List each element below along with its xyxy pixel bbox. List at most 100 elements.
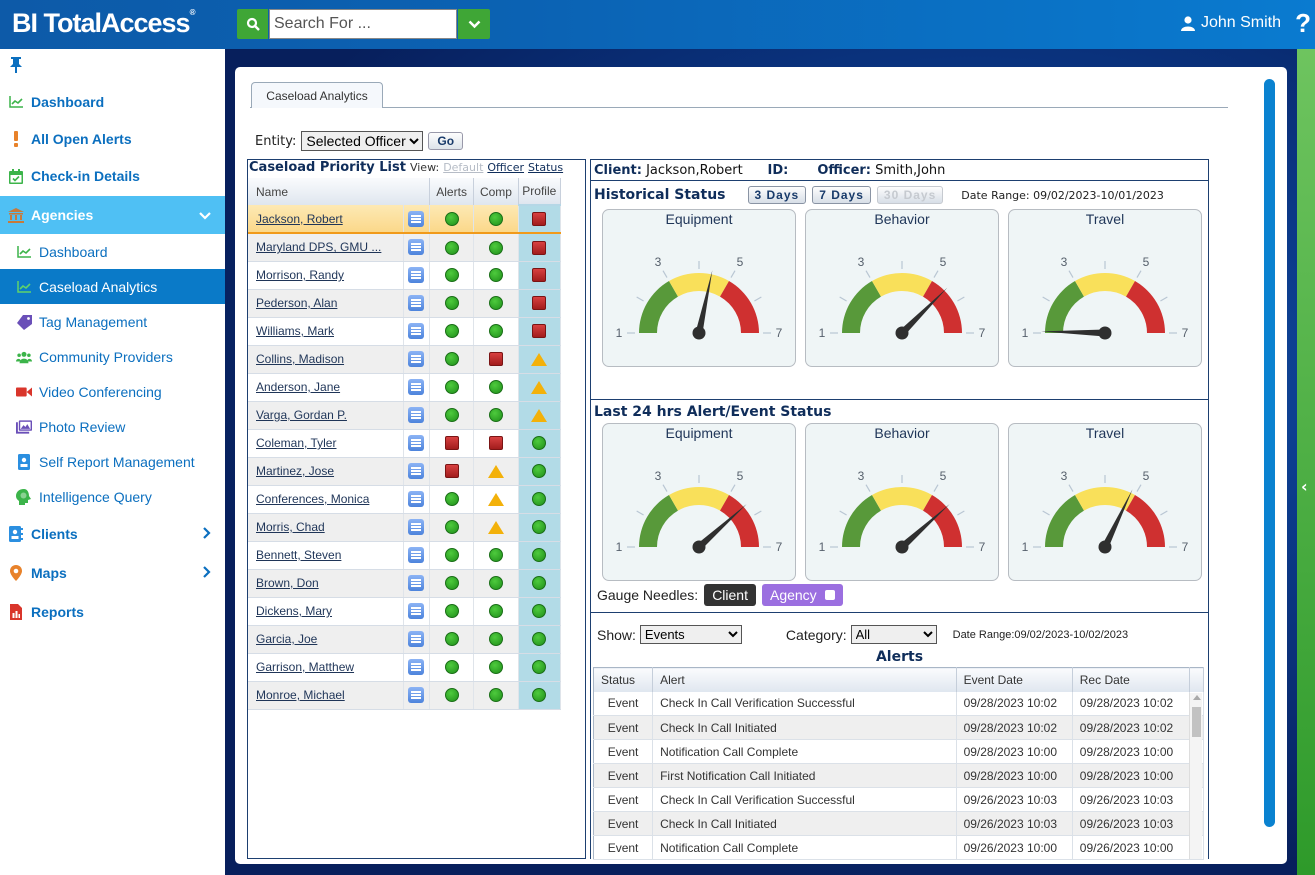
collapse-right-panel-toggle[interactable]: ‹ [1297, 49, 1315, 875]
caseload-row[interactable]: Brown, Don [248, 569, 562, 598]
view-status-link[interactable]: Status [528, 161, 563, 174]
client-name-link[interactable]: Coleman, Tyler [248, 429, 404, 458]
caseload-row[interactable]: Pederson, Alan [248, 289, 562, 318]
show-select[interactable]: Events [639, 625, 742, 644]
details-list-icon[interactable] [408, 463, 425, 479]
client-name-link[interactable]: Pederson, Alan [248, 289, 404, 318]
caseload-row[interactable]: Varga, Gordan P. [248, 401, 562, 430]
column-header-status[interactable]: Status [593, 667, 654, 692]
alert-row[interactable]: Event First Notification Call Initiated … [593, 763, 1205, 788]
sidebar-item-agencies[interactable]: Agencies [0, 196, 225, 234]
search-button[interactable] [237, 9, 268, 39]
client-name-link[interactable]: Varga, Gordan P. [248, 401, 404, 430]
sidebar-item-video-conferencing[interactable]: Video Conferencing [0, 374, 225, 410]
caseload-row[interactable]: Morrison, Randy [248, 261, 562, 290]
client-name-link[interactable]: Monroe, Michael [248, 681, 404, 710]
details-list-icon[interactable] [408, 267, 425, 283]
alert-row[interactable]: Event Check In Call Verification Success… [593, 691, 1205, 716]
view-officer-link[interactable]: Officer [487, 161, 524, 174]
client-name-link[interactable]: Conferences, Monica [248, 485, 404, 514]
details-list-icon[interactable] [408, 575, 425, 591]
search-options-dropdown[interactable] [458, 9, 490, 39]
details-list-icon[interactable] [408, 491, 425, 507]
range-7-days-button[interactable]: 7 Days [812, 186, 871, 204]
view-default-link[interactable]: Default [443, 161, 483, 174]
alerts-scrollbar[interactable] [1189, 693, 1202, 859]
details-list-icon[interactable] [408, 519, 425, 535]
caseload-row[interactable]: Jackson, Robert [248, 205, 562, 234]
client-name-link[interactable]: Bennett, Steven [248, 541, 404, 570]
sidebar-item-tag-management[interactable]: Tag Management [0, 304, 225, 340]
search-input[interactable] [269, 9, 457, 39]
agency-needle-button[interactable]: Agency [761, 584, 843, 606]
details-list-icon[interactable] [408, 547, 425, 563]
sidebar-item-reports[interactable]: Reports [0, 594, 225, 630]
details-list-icon[interactable] [408, 210, 425, 227]
details-list-icon[interactable] [408, 379, 425, 395]
client-name-link[interactable]: Brown, Don [248, 569, 404, 598]
client-name-link[interactable]: Collins, Madison [248, 345, 404, 374]
sidebar-item-community-providers[interactable]: Community Providers [0, 339, 225, 375]
scroll-thumb[interactable] [1192, 707, 1201, 737]
sidebar-item-agencies-dashboard[interactable]: Dashboard [0, 234, 225, 270]
category-select[interactable]: All [850, 625, 937, 644]
app-logo[interactable]: BI TotalAccess® [12, 8, 195, 39]
tab-caseload-analytics[interactable]: Caseload Analytics [251, 82, 383, 108]
client-name-link[interactable]: Morrison, Randy [248, 261, 404, 290]
sidebar-item-dashboard[interactable]: Dashboard [0, 84, 225, 120]
caseload-row[interactable]: Collins, Madison [248, 345, 562, 374]
sidebar-item-maps[interactable]: Maps [0, 555, 225, 591]
client-name-link[interactable]: Garrison, Matthew [248, 653, 404, 682]
client-needle-button[interactable]: Client [704, 584, 756, 606]
alert-row[interactable]: Event Notification Call Complete 09/28/2… [593, 739, 1205, 764]
alert-row[interactable]: Event Check In Call Initiated 09/28/2023… [593, 715, 1205, 740]
column-header-name[interactable]: Name [248, 178, 430, 205]
sidebar-item-check-in-details[interactable]: Check-in Details [0, 158, 225, 194]
column-header-alert[interactable]: Alert [652, 667, 957, 692]
caseload-row[interactable]: Conferences, Monica [248, 485, 562, 514]
caseload-row[interactable]: Martinez, Jose [248, 457, 562, 486]
caseload-row[interactable]: Williams, Mark [248, 317, 562, 346]
sidebar-item-clients[interactable]: Clients [0, 516, 225, 552]
alert-row[interactable]: Event Notification Call Complete 09/26/2… [593, 835, 1205, 860]
entity-select[interactable]: Selected Officer [301, 131, 424, 151]
details-list-icon[interactable] [408, 295, 425, 311]
details-list-icon[interactable] [408, 631, 425, 647]
details-list-icon[interactable] [408, 659, 425, 675]
client-name-link[interactable]: Jackson, Robert [248, 205, 404, 234]
pin-icon[interactable] [10, 57, 22, 78]
caseload-row[interactable]: Bennett, Steven [248, 541, 562, 570]
help-icon[interactable]: ? [1295, 8, 1311, 39]
client-name-link[interactable]: Morris, Chad [248, 513, 404, 542]
alert-row[interactable]: Event Check In Call Verification Success… [593, 787, 1205, 812]
page-scrollbar[interactable] [1264, 79, 1275, 827]
sidebar-item-photo-review[interactable]: Photo Review [0, 409, 225, 445]
user-menu[interactable]: John Smith [1180, 14, 1281, 32]
column-header-rec-date[interactable]: Rec Date [1072, 667, 1190, 692]
caseload-row[interactable]: Anderson, Jane [248, 373, 562, 402]
details-list-icon[interactable] [408, 407, 425, 423]
details-list-icon[interactable] [408, 603, 425, 619]
go-button[interactable]: Go [428, 132, 464, 150]
caseload-row[interactable]: Maryland DPS, GMU ... [248, 233, 562, 262]
caseload-row[interactable]: Morris, Chad [248, 513, 562, 542]
client-name-link[interactable]: Dickens, Mary [248, 597, 404, 626]
client-name-link[interactable]: Garcia, Joe [248, 625, 404, 654]
client-name-link[interactable]: Anderson, Jane [248, 373, 404, 402]
client-name-link[interactable]: Martinez, Jose [248, 457, 404, 486]
alert-row[interactable]: Event Check In Call Initiated 09/26/2023… [593, 811, 1205, 836]
sidebar-item-self-report-management[interactable]: Self Report Management [0, 444, 225, 480]
details-list-icon[interactable] [408, 435, 425, 451]
sidebar-item-intelligence-query[interactable]: Intelligence Query [0, 479, 225, 515]
details-list-icon[interactable] [408, 239, 425, 256]
details-list-icon[interactable] [408, 351, 425, 367]
caseload-row[interactable]: Garcia, Joe [248, 625, 562, 654]
range-3-days-button[interactable]: 3 Days [747, 186, 807, 204]
details-list-icon[interactable] [408, 323, 425, 339]
client-name-link[interactable]: Williams, Mark [248, 317, 404, 346]
details-list-icon[interactable] [408, 687, 425, 703]
column-header-profile[interactable]: Profile [518, 178, 562, 206]
client-name-link[interactable]: Maryland DPS, GMU ... [248, 233, 404, 262]
sidebar-item-caseload-analytics[interactable]: Caseload Analytics [0, 269, 225, 304]
column-header-event-date[interactable]: Event Date [956, 667, 1073, 692]
